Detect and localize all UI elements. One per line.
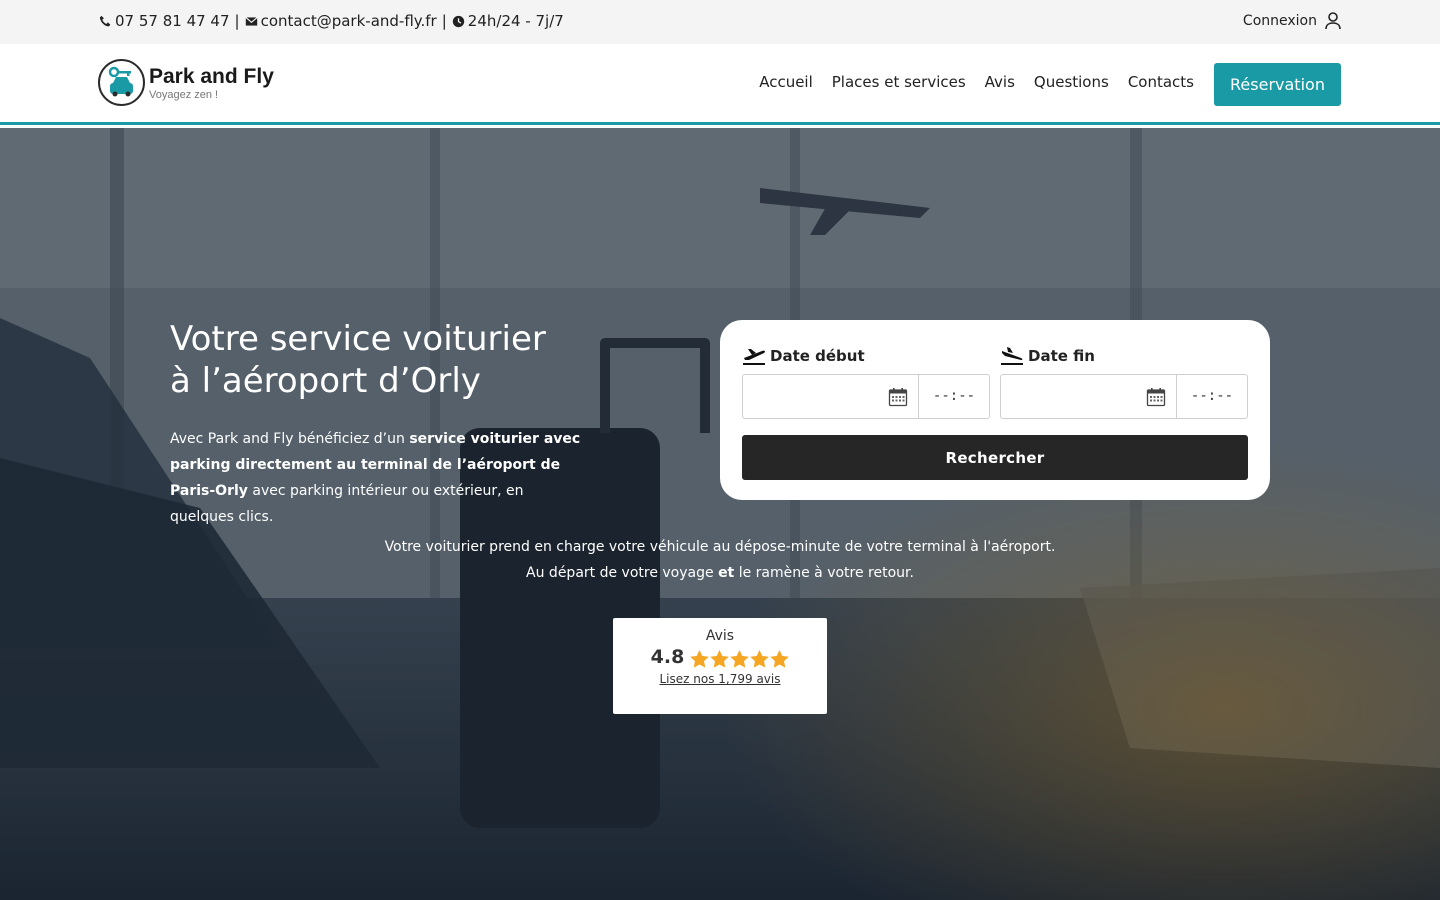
hero-subtext-line2a: Au départ de votre voyage xyxy=(526,565,719,581)
hero-desc-part1: Avec Park and Fly bénéficiez d’un xyxy=(170,431,410,447)
phone-icon xyxy=(99,15,111,26)
hero-subtext-line1: Votre voiturier prend en charge votre vé… xyxy=(384,539,1056,555)
hero-title-line2: à l’aéroport d’Orly xyxy=(170,361,481,401)
search-button[interactable]: Rechercher xyxy=(742,435,1248,480)
opening-hours: 24h/24 - 7j/7 xyxy=(467,12,564,30)
site-logo[interactable]: Park and Fly Voyagez zen ! xyxy=(98,59,274,106)
end-date-group: Date fin --:-- xyxy=(1000,344,1248,419)
separator: | xyxy=(441,12,447,30)
star-icon xyxy=(730,649,750,668)
star-icon xyxy=(710,649,730,668)
calendar-icon[interactable] xyxy=(1146,387,1166,407)
start-date-group: Date début --:-- xyxy=(742,344,990,419)
plane-takeoff-icon xyxy=(743,349,765,365)
star-rating xyxy=(690,649,790,668)
email-address[interactable]: contact@park-and-fly.fr xyxy=(261,12,437,30)
hero-title: Votre service voiturier à l’aéroport d’O… xyxy=(170,318,630,402)
clock-icon xyxy=(452,15,464,27)
hero-subtext-line2b: le ramène à votre retour. xyxy=(734,565,914,581)
start-time-input[interactable]: --:-- xyxy=(919,374,990,419)
phone-number[interactable]: 07 57 81 47 47 xyxy=(115,12,230,30)
star-icon xyxy=(770,649,790,668)
separator: | xyxy=(234,12,240,30)
reviews-score: 4.8 xyxy=(650,646,685,668)
logo-title: Park and Fly xyxy=(149,64,274,88)
booking-form: Date début --:-- Date fin --:-- Recherch… xyxy=(720,320,1270,500)
logo-tagline: Voyagez zen ! xyxy=(149,88,219,101)
nav-item-avis[interactable]: Avis xyxy=(985,73,1015,91)
hero-section: Votre service voiturier à l’aéroport d’O… xyxy=(0,128,1440,900)
nav-item-accueil[interactable]: Accueil xyxy=(759,73,813,91)
login-link[interactable]: Connexion xyxy=(1243,12,1341,30)
hero-description: Avec Park and Fly bénéficiez d’un servic… xyxy=(170,426,590,530)
calendar-icon[interactable] xyxy=(888,387,908,407)
contact-info: 07 57 81 47 47 | contact@park-and-fly.fr… xyxy=(99,12,564,30)
user-icon xyxy=(1325,12,1341,30)
reviews-link[interactable]: Lisez nos 1,799 avis xyxy=(660,672,781,686)
nav-item-questions[interactable]: Questions xyxy=(1034,73,1109,91)
nav-item-contacts[interactable]: Contacts xyxy=(1128,73,1194,91)
reservation-button[interactable]: Réservation xyxy=(1214,63,1341,106)
hero-title-line1: Votre service voiturier xyxy=(170,319,546,359)
nav-item-places-services[interactable]: Places et services xyxy=(832,73,966,91)
end-date-label: Date fin xyxy=(1028,347,1095,365)
start-date-label: Date début xyxy=(770,347,865,365)
star-icon xyxy=(690,649,710,668)
reviews-title: Avis xyxy=(705,628,735,644)
hero-subtext: Votre voiturier prend en charge votre vé… xyxy=(320,534,1120,586)
end-date-input[interactable] xyxy=(1000,374,1177,419)
top-info-bar: 07 57 81 47 47 | contact@park-and-fly.fr… xyxy=(0,0,1440,44)
login-label: Connexion xyxy=(1242,13,1317,29)
hero-subtext-bold: et xyxy=(718,565,735,581)
main-nav: Accueil Places et services Avis Question… xyxy=(759,73,1194,91)
start-date-input[interactable] xyxy=(742,374,919,419)
end-time-input[interactable]: --:-- xyxy=(1177,374,1248,419)
mail-icon xyxy=(245,16,258,26)
plane-landing-icon xyxy=(1001,347,1023,365)
site-header: Park and Fly Voyagez zen ! Accueil Place… xyxy=(0,44,1440,125)
reviews-widget: Avis 4.8 Lisez nos 1,799 avis xyxy=(613,618,827,714)
logo-icon xyxy=(98,59,145,106)
star-icon xyxy=(750,649,770,668)
